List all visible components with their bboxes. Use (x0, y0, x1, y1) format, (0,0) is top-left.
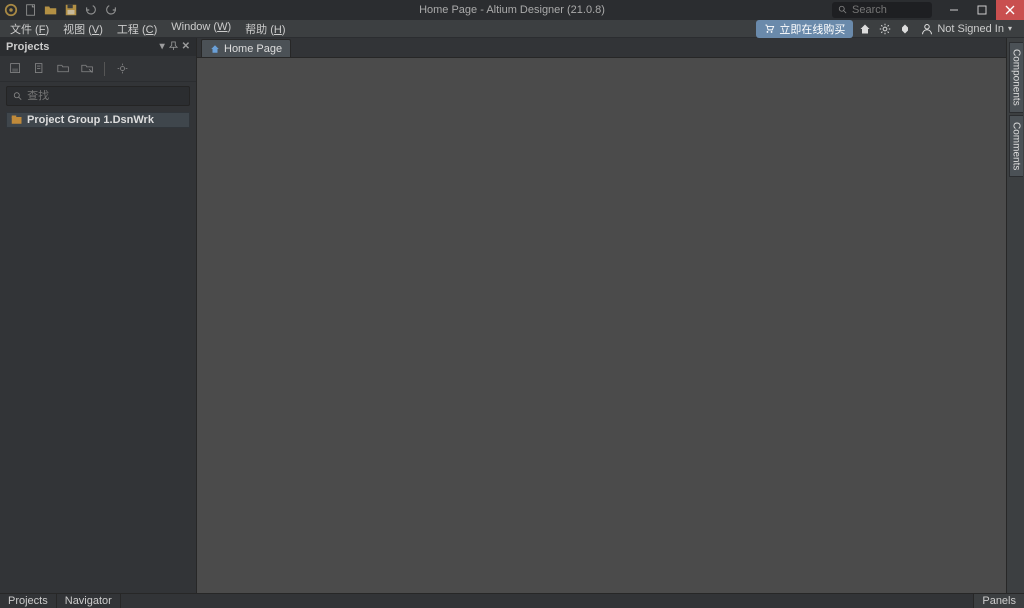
rail-tab-comments[interactable]: Comments (1009, 115, 1023, 177)
user-icon (921, 23, 933, 35)
document-tab-strip: Home Page (197, 38, 1006, 58)
home-icon[interactable] (857, 21, 873, 37)
tab-label: Home Page (224, 43, 282, 55)
compile-icon[interactable] (32, 62, 46, 76)
signin-button[interactable]: Not Signed In ▾ (917, 23, 1016, 35)
notifications-icon[interactable] (897, 21, 913, 37)
menu-project[interactable]: 工程 (C) (111, 20, 163, 38)
save-all-icon[interactable] (8, 62, 22, 76)
status-tab-projects[interactable]: Projects (0, 594, 57, 608)
folder-link-icon[interactable] (80, 62, 94, 76)
altium-logo-icon[interactable] (4, 3, 18, 17)
menubar: 文件 (F) 视图 (V) 工程 (C) Window (W) 帮助 (H) 立… (0, 20, 1024, 38)
project-group-label: Project Group 1.DsnWrk (27, 114, 154, 126)
projects-search-input[interactable] (27, 90, 183, 102)
projects-search (6, 86, 190, 106)
buy-now-label: 立即在线购买 (779, 21, 845, 37)
projects-panel-header[interactable]: Projects ▾ ✕ (0, 38, 196, 56)
projects-tree: Project Group 1.DsnWrk (0, 110, 196, 130)
save-icon[interactable] (64, 3, 78, 17)
projects-panel: Projects ▾ ✕ (0, 38, 197, 593)
tab-home-page[interactable]: Home Page (201, 39, 291, 57)
cart-icon (764, 23, 775, 34)
menubar-items: 文件 (F) 视图 (V) 工程 (C) Window (W) 帮助 (H) (4, 20, 292, 38)
toolbar-separator (104, 62, 105, 76)
center-area: Home Page (197, 38, 1006, 593)
menu-file[interactable]: 文件 (F) (4, 20, 55, 38)
maximize-button[interactable] (968, 0, 996, 20)
rail-tab-components[interactable]: Components (1009, 42, 1023, 113)
menubar-right: 立即在线购买 Not Signed In ▾ (756, 20, 1020, 38)
projects-panel-title: Projects (6, 41, 49, 53)
panel-close-icon[interactable]: ✕ (182, 42, 190, 52)
body: Projects ▾ ✕ (0, 38, 1024, 593)
status-panels-button[interactable]: Panels (973, 594, 1024, 608)
redo-icon[interactable] (104, 3, 118, 17)
panel-header-controls: ▾ ✕ (160, 41, 190, 53)
document-area (197, 58, 1006, 593)
search-icon (838, 5, 848, 15)
titlebar: Home Page - Altium Designer (21.0.8) (0, 0, 1024, 20)
close-button[interactable] (996, 0, 1024, 20)
menu-help[interactable]: 帮助 (H) (239, 20, 291, 38)
panel-dropdown-icon[interactable]: ▾ (160, 42, 165, 52)
project-group-icon (11, 114, 23, 126)
open-folder-icon[interactable] (44, 3, 58, 17)
home-tab-icon (210, 44, 220, 54)
status-tab-navigator[interactable]: Navigator (57, 594, 121, 608)
statusbar: Projects Navigator Panels (0, 593, 1024, 608)
undo-icon[interactable] (84, 3, 98, 17)
titlebar-left-icons (0, 3, 118, 17)
folder-icon[interactable] (56, 62, 70, 76)
statusbar-left: Projects Navigator (0, 594, 121, 608)
settings-gear-icon[interactable] (115, 62, 129, 76)
panel-pin-icon[interactable] (169, 41, 178, 53)
projects-toolbar (0, 56, 196, 82)
settings-icon[interactable] (877, 21, 893, 37)
minimize-button[interactable] (940, 0, 968, 20)
buy-now-button[interactable]: 立即在线购买 (756, 20, 853, 38)
window-title: Home Page - Altium Designer (21.0.8) (419, 4, 605, 16)
menu-view[interactable]: 视图 (V) (57, 20, 109, 38)
search-input[interactable] (852, 4, 922, 16)
right-rail: Components Comments (1006, 38, 1024, 593)
project-group-item[interactable]: Project Group 1.DsnWrk (6, 112, 190, 128)
titlebar-search[interactable] (832, 2, 932, 18)
menu-window[interactable]: Window (W) (165, 20, 237, 38)
search-icon (13, 91, 23, 102)
titlebar-right (832, 0, 1024, 20)
new-file-icon[interactable] (24, 3, 38, 17)
chevron-down-icon: ▾ (1008, 24, 1012, 33)
projects-search-box[interactable] (6, 86, 190, 106)
signin-label: Not Signed In (937, 23, 1004, 35)
